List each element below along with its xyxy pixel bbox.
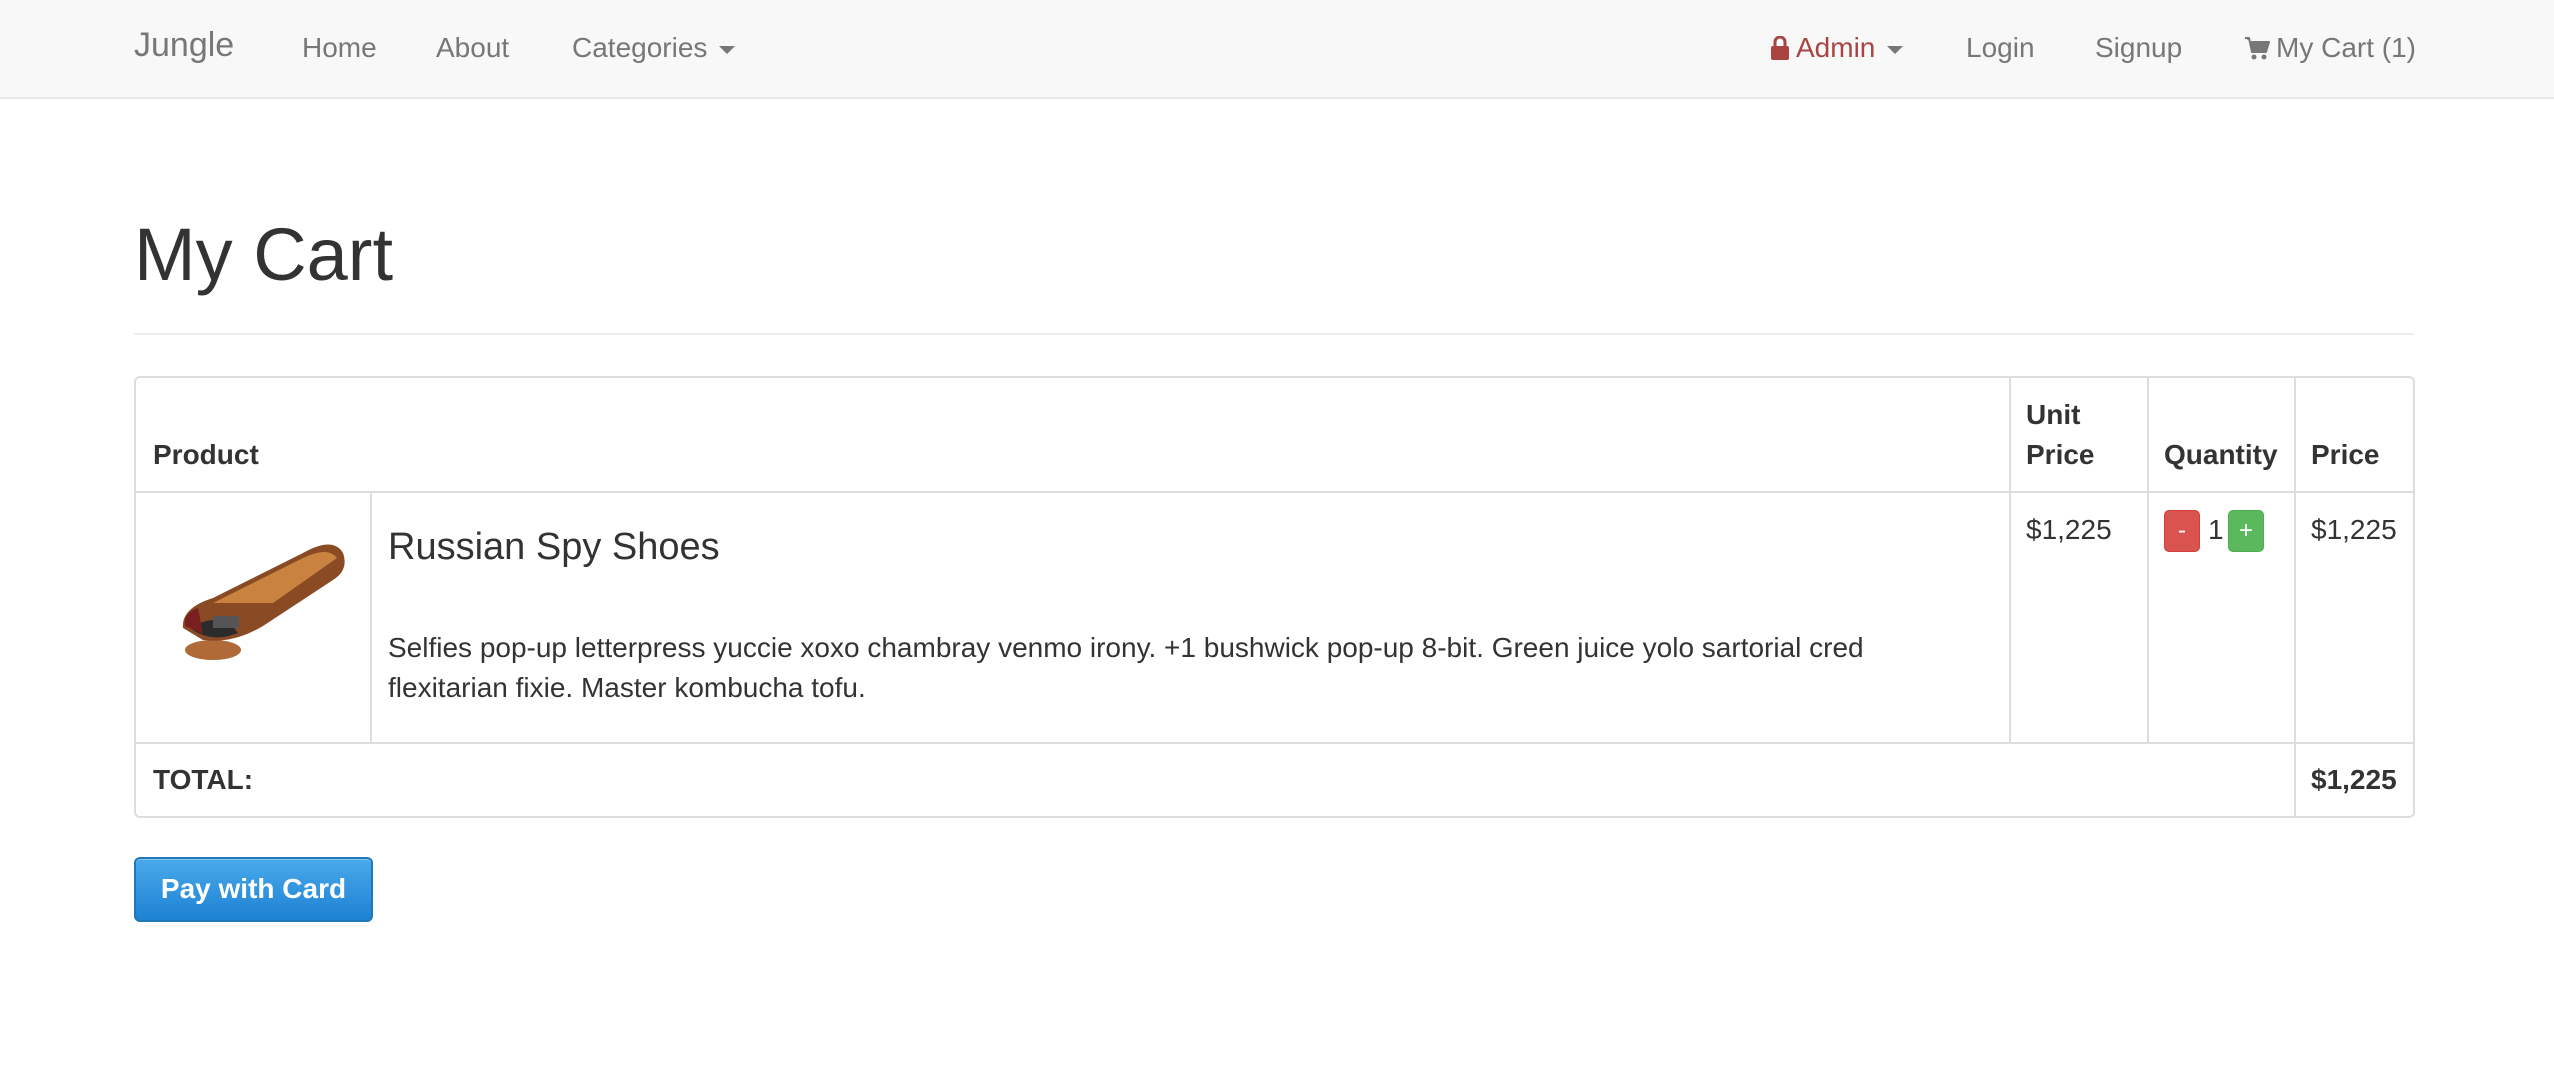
quantity-value: 1: [2208, 514, 2224, 545]
caret-down-icon: [719, 45, 736, 54]
product-description: Selfies pop-up letterpress yuccie xoxo c…: [388, 632, 1864, 703]
cart-table: Product Unit Price Quantity Price Russia…: [134, 376, 2415, 818]
table-divider: [136, 742, 2413, 744]
table-divider: [136, 491, 2413, 493]
nav-login[interactable]: Login: [1966, 30, 2035, 66]
total-label: TOTAL:: [153, 764, 254, 795]
table-divider: [2147, 378, 2149, 742]
unit-price: $1,225: [2026, 514, 2112, 545]
header-unit-price-line1: Unit: [2026, 399, 2081, 430]
header-product: Product: [153, 439, 259, 470]
nav-cart[interactable]: My Cart (1): [2244, 30, 2416, 66]
nav-admin-label: Admin: [1796, 32, 1876, 63]
table-divider: [2294, 378, 2296, 816]
nav-admin-dropdown[interactable]: Admin: [1770, 30, 1904, 66]
title-divider: [134, 333, 2414, 335]
header-price: Price: [2311, 439, 2380, 470]
page-title: My Cart: [134, 213, 393, 296]
increase-quantity-button[interactable]: +: [2228, 510, 2264, 552]
decrease-quantity-button[interactable]: -: [2164, 510, 2200, 552]
navbar: Jungle Home About Categories Admin Login…: [0, 0, 2554, 99]
table-divider: [2009, 378, 2011, 742]
nav-categories-dropdown[interactable]: Categories: [572, 30, 736, 66]
caret-down-icon: [1887, 45, 1904, 54]
table-divider: [370, 491, 372, 742]
product-name[interactable]: Russian Spy Shoes: [388, 524, 720, 570]
nav-home[interactable]: Home: [302, 30, 377, 66]
total-value: $1,225: [2311, 764, 2397, 795]
header-quantity: Quantity: [2164, 439, 2278, 470]
brand-link[interactable]: Jungle: [134, 26, 234, 65]
nav-signup[interactable]: Signup: [2095, 30, 2182, 66]
header-unit-price-line2: Price: [2026, 439, 2095, 470]
pay-with-card-button[interactable]: Pay with Card: [134, 857, 373, 922]
nav-categories-label: Categories: [572, 32, 708, 63]
line-price: $1,225: [2311, 514, 2397, 545]
nav-cart-label: My Cart (1): [2276, 32, 2416, 63]
nav-about[interactable]: About: [436, 30, 509, 66]
product-image: [153, 508, 353, 670]
lock-icon: [1771, 36, 1789, 60]
shopping-cart-icon: [2245, 37, 2270, 60]
